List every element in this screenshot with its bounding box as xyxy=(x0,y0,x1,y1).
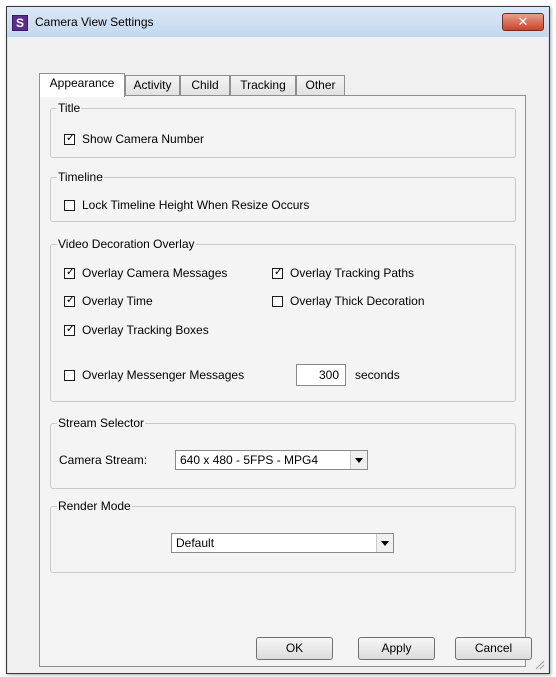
check-icon: ✓ xyxy=(65,131,76,144)
overlay-messenger-messages-label: Overlay Messenger Messages xyxy=(82,368,245,382)
timeline-group: Timeline Lock Timeline Height When Resiz… xyxy=(50,170,516,222)
check-icon: ✓ xyxy=(65,322,76,335)
checkbox-box[interactable]: ✓ xyxy=(272,265,284,279)
overlay-tracking-paths-label: Overlay Tracking Paths xyxy=(290,266,415,280)
app-icon: S xyxy=(12,15,28,31)
tab-appearance[interactable]: Appearance xyxy=(39,73,125,97)
tab-activity[interactable]: Activity xyxy=(125,75,180,95)
tab-child[interactable]: Child xyxy=(180,75,230,95)
stream-selector-group: Stream Selector Camera Stream: 640 x 480… xyxy=(50,416,516,489)
checkbox-box[interactable]: ✓ xyxy=(64,265,76,279)
checkbox-box[interactable]: ✓ xyxy=(64,131,76,145)
seconds-label: seconds xyxy=(355,368,400,382)
overlay-tracking-boxes-label: Overlay Tracking Boxes xyxy=(82,323,209,337)
checkbox-box[interactable] xyxy=(64,199,75,211)
overlay-group-legend: Video Decoration Overlay xyxy=(57,237,196,251)
checkbox-box[interactable] xyxy=(64,369,75,381)
render-mode-group: Render Mode Default xyxy=(50,499,516,573)
overlay-tracking-paths-checkbox[interactable]: ✓ Overlay Tracking Paths xyxy=(272,265,414,281)
overlay-time-checkbox[interactable]: ✓ Overlay Time xyxy=(64,293,153,309)
checkbox-box[interactable] xyxy=(272,295,283,307)
check-icon: ✓ xyxy=(65,293,76,306)
camera-stream-value: 640 x 480 - 5FPS - MPG4 xyxy=(180,453,319,467)
resize-grip-icon[interactable] xyxy=(533,658,545,670)
check-icon: ✓ xyxy=(273,265,284,278)
overlay-camera-messages-checkbox[interactable]: ✓ Overlay Camera Messages xyxy=(64,265,227,281)
overlay-thick-decoration-checkbox[interactable]: Overlay Thick Decoration xyxy=(272,293,425,309)
cancel-button[interactable]: Cancel xyxy=(455,637,532,660)
show-camera-number-checkbox[interactable]: ✓ Show Camera Number xyxy=(64,131,204,147)
close-button[interactable]: ✕ xyxy=(502,13,544,31)
camera-stream-dropdown[interactable]: 640 x 480 - 5FPS - MPG4 xyxy=(175,450,368,470)
timeline-group-legend: Timeline xyxy=(57,170,104,184)
title-group-legend: Title xyxy=(57,101,82,115)
show-camera-number-label: Show Camera Number xyxy=(82,132,205,146)
lock-timeline-label: Lock Timeline Height When Resize Occurs xyxy=(82,198,310,212)
title-group: Title ✓ Show Camera Number xyxy=(50,101,516,158)
overlay-tracking-boxes-checkbox[interactable]: ✓ Overlay Tracking Boxes xyxy=(64,322,209,338)
chevron-down-icon[interactable] xyxy=(350,451,367,469)
camera-stream-label: Camera Stream: xyxy=(59,453,148,467)
seconds-input[interactable]: 300 xyxy=(296,364,346,386)
overlay-thick-decoration-label: Overlay Thick Decoration xyxy=(290,294,425,308)
appearance-panel: Title ✓ Show Camera Number Timeline Lock… xyxy=(39,95,526,667)
close-icon: ✕ xyxy=(517,14,529,29)
overlay-time-label: Overlay Time xyxy=(82,294,153,308)
dialog-window: S Camera View Settings ✕ Appearance Acti… xyxy=(6,6,550,674)
check-icon: ✓ xyxy=(65,265,76,278)
render-mode-dropdown[interactable]: Default xyxy=(171,533,394,553)
apply-button[interactable]: Apply xyxy=(358,637,435,660)
tab-tracking[interactable]: Tracking xyxy=(230,75,296,95)
dialog-client-area: Appearance Activity Child Tracking Other… xyxy=(8,37,548,673)
chevron-down-icon[interactable] xyxy=(376,534,393,552)
checkbox-box[interactable]: ✓ xyxy=(64,293,76,307)
tab-other[interactable]: Other xyxy=(296,75,345,95)
overlay-camera-messages-label: Overlay Camera Messages xyxy=(82,266,228,280)
ok-button[interactable]: OK xyxy=(256,637,333,660)
stream-selector-legend: Stream Selector xyxy=(57,416,146,430)
overlay-messenger-messages-checkbox[interactable]: Overlay Messenger Messages xyxy=(64,367,244,383)
window-title: Camera View Settings xyxy=(35,15,154,29)
render-mode-value: Default xyxy=(176,536,215,550)
checkbox-box[interactable]: ✓ xyxy=(64,322,76,336)
video-decoration-overlay-group: Video Decoration Overlay ✓ Overlay Camer… xyxy=(50,237,516,402)
lock-timeline-checkbox[interactable]: Lock Timeline Height When Resize Occurs xyxy=(64,197,309,213)
render-mode-legend: Render Mode xyxy=(57,499,132,513)
title-bar[interactable]: S Camera View Settings ✕ xyxy=(7,7,549,37)
